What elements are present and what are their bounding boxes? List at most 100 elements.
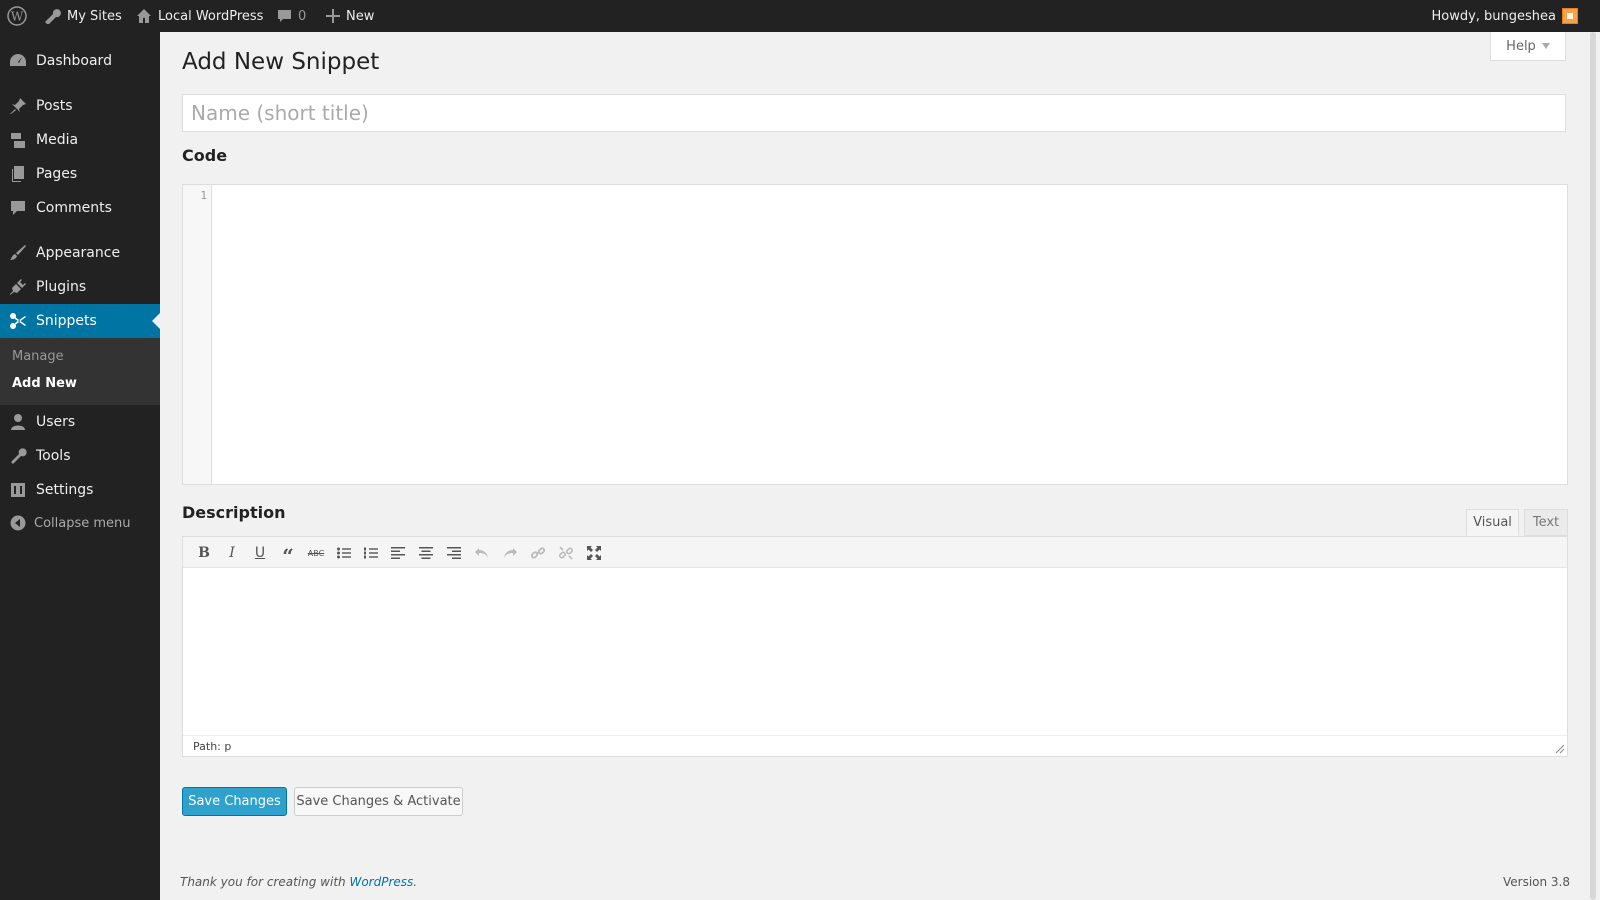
footer-thanks: Thank you for creating with WordPress. bbox=[180, 875, 417, 889]
comment-bubble-icon bbox=[278, 9, 291, 22]
align-center-button[interactable] bbox=[415, 543, 437, 563]
undo-icon bbox=[475, 548, 488, 558]
align-left-button[interactable] bbox=[387, 543, 409, 563]
description-editor: B I U “ ABC Path: p bbox=[182, 536, 1568, 757]
wrench-icon bbox=[11, 448, 27, 464]
submenu-item-manage[interactable]: Manage bbox=[12, 349, 64, 364]
blockquote-button[interactable]: “ bbox=[277, 543, 299, 566]
strikethrough-button[interactable]: ABC bbox=[305, 543, 327, 563]
sidebar-item-settings[interactable]: Settings bbox=[0, 473, 160, 507]
sidebar-item-label: Plugins bbox=[36, 279, 87, 295]
site-name-label: Local WordPress bbox=[158, 8, 264, 24]
description-textarea[interactable] bbox=[183, 568, 1567, 735]
bold-icon: B bbox=[198, 545, 210, 561]
footer-thanks-suffix: . bbox=[413, 875, 418, 889]
save-changes-button[interactable]: Save Changes bbox=[182, 787, 287, 816]
footer-thanks-text: Thank you for creating with bbox=[180, 875, 346, 889]
settings-icon bbox=[11, 483, 25, 497]
unlink-icon bbox=[559, 546, 573, 560]
align-left-icon bbox=[391, 547, 405, 559]
align-center-icon bbox=[419, 547, 433, 559]
submenu-item-add-new[interactable]: Add New bbox=[12, 376, 77, 391]
italic-icon: I bbox=[229, 545, 235, 561]
sidebar-item-plugins[interactable]: Plugins bbox=[0, 270, 160, 304]
chevron-down-icon bbox=[1541, 43, 1550, 49]
editor-status-bar: Path: p bbox=[183, 735, 1567, 756]
editor-toolbar: B I U “ ABC bbox=[183, 537, 1567, 568]
sidebar-item-pages[interactable]: Pages bbox=[0, 157, 160, 191]
fullscreen-icon bbox=[587, 546, 601, 560]
comments-count: 0 bbox=[298, 8, 307, 24]
line-number: 1 bbox=[200, 189, 207, 202]
sidebar-item-media[interactable]: Media bbox=[0, 123, 160, 157]
wordpress-logo-icon[interactable]: W bbox=[7, 0, 27, 32]
sidebar-item-comments[interactable]: Comments bbox=[0, 191, 160, 225]
avatar bbox=[1562, 8, 1578, 24]
sidebar-item-label: Media bbox=[36, 132, 79, 148]
collapse-menu-label: Collapse menu bbox=[34, 515, 131, 531]
italic-button[interactable]: I bbox=[221, 543, 243, 563]
sidebar-item-label: Comments bbox=[36, 200, 112, 216]
save-and-activate-button[interactable]: Save Changes & Activate bbox=[294, 787, 463, 816]
bold-button[interactable]: B bbox=[193, 543, 215, 563]
sidebar-item-tools[interactable]: Tools bbox=[0, 439, 160, 473]
user-icon bbox=[11, 414, 25, 430]
snippet-name-input[interactable] bbox=[182, 94, 1566, 132]
sidebar-item-users[interactable]: Users bbox=[0, 405, 160, 439]
sidebar-item-snippets[interactable]: Snippets bbox=[0, 304, 160, 338]
sidebar-item-label: Users bbox=[36, 414, 76, 430]
svg-text:W: W bbox=[11, 10, 24, 24]
sidebar-item-appearance[interactable]: Appearance bbox=[0, 236, 160, 270]
line-number-gutter: 1 bbox=[183, 185, 212, 484]
sidebar-item-label: Settings bbox=[36, 482, 94, 498]
comment-bubble-icon bbox=[11, 201, 25, 215]
bullet-list-icon bbox=[337, 547, 351, 559]
undo-button[interactable] bbox=[471, 543, 493, 563]
strikethrough-icon: ABC bbox=[307, 548, 325, 558]
pages-icon bbox=[12, 166, 24, 182]
comments-link[interactable]: 0 bbox=[277, 0, 306, 32]
dashboard-icon bbox=[10, 54, 26, 66]
new-content-link[interactable]: New bbox=[326, 0, 374, 32]
pin-icon bbox=[10, 98, 26, 114]
page-title: Add New Snippet bbox=[182, 49, 380, 75]
scrollbar-thumb[interactable] bbox=[1590, 32, 1596, 900]
scissors-icon bbox=[10, 313, 26, 329]
page-scrollbar[interactable] bbox=[1586, 32, 1600, 900]
redo-icon bbox=[504, 548, 517, 558]
underline-icon: U bbox=[254, 545, 266, 561]
collapse-menu-button[interactable]: Collapse menu bbox=[10, 515, 131, 531]
sidebar-item-label: Pages bbox=[36, 166, 78, 182]
site-name-link[interactable]: Local WordPress bbox=[136, 0, 263, 32]
help-tab[interactable]: Help bbox=[1490, 32, 1566, 61]
align-right-button[interactable] bbox=[443, 543, 465, 563]
wordpress-link[interactable]: WordPress bbox=[349, 875, 413, 889]
numbered-list-button[interactable] bbox=[360, 543, 382, 563]
fullscreen-button[interactable] bbox=[583, 543, 605, 563]
description-heading: Description bbox=[182, 503, 286, 522]
sidebar-item-dashboard[interactable]: Dashboard bbox=[0, 44, 160, 78]
greeting-label: Howdy, bungeshea bbox=[1431, 8, 1556, 24]
sidebar-item-label: Appearance bbox=[36, 245, 121, 261]
plus-icon bbox=[326, 9, 340, 23]
remove-link-button[interactable] bbox=[555, 543, 577, 563]
element-path: Path: p bbox=[193, 739, 232, 753]
insert-link-button[interactable] bbox=[527, 543, 549, 563]
code-editor[interactable]: 1 bbox=[182, 184, 1568, 485]
home-icon bbox=[137, 9, 151, 23]
tab-text[interactable]: Text bbox=[1524, 509, 1568, 536]
resize-handle-icon[interactable] bbox=[1555, 744, 1565, 754]
bullet-list-button[interactable] bbox=[333, 543, 355, 563]
tab-visual[interactable]: Visual bbox=[1466, 509, 1519, 536]
align-right-icon bbox=[447, 547, 461, 559]
sidebar-item-posts[interactable]: Posts bbox=[0, 89, 160, 123]
admin-bar: W My Sites Local WordPress 0 New Howdy, … bbox=[0, 0, 1600, 32]
redo-button[interactable] bbox=[499, 543, 521, 563]
underline-button[interactable]: U bbox=[249, 543, 271, 563]
my-sites-label: My Sites bbox=[67, 8, 122, 24]
code-heading: Code bbox=[182, 146, 228, 165]
wrench-icon bbox=[45, 9, 61, 24]
my-account-link[interactable]: Howdy, bungeshea bbox=[1431, 0, 1578, 32]
media-icon bbox=[11, 133, 25, 148]
my-sites-link[interactable]: My Sites bbox=[43, 0, 122, 32]
